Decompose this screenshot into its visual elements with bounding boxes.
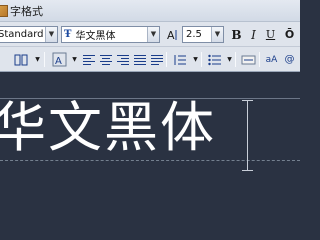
text-height-value: 2.5 <box>186 29 202 40</box>
chevron-down-icon: ▼ <box>45 27 57 42</box>
text-cursor <box>247 100 248 170</box>
text-baseline <box>0 160 300 161</box>
separator <box>166 52 167 67</box>
uppercase-button[interactable]: aA <box>263 51 280 68</box>
underline-button[interactable]: U <box>262 26 279 43</box>
overline-button[interactable]: Ō <box>281 26 298 43</box>
text-style-dropdown[interactable]: Standard ▼ <box>0 26 58 43</box>
oblique-button[interactable]: @ <box>281 51 298 68</box>
app-icon <box>0 5 8 17</box>
text-style-value: Standard <box>0 29 44 40</box>
font-value: 华文黑体 <box>75 31 116 42</box>
text-height-input[interactable]: 2.5 ▼ <box>182 26 224 43</box>
justify-icon[interactable] <box>131 51 148 68</box>
text-height-icon: A <box>163 26 180 43</box>
format-toolbar: Standard ▼ Ŧ 华文黑体 ▼ A 2.5 ▼ B I U Ō <box>0 22 300 47</box>
separator <box>44 52 45 67</box>
text-cursor-bottom <box>242 170 253 171</box>
italic-button[interactable]: I <box>245 26 262 43</box>
separator <box>235 52 236 67</box>
insert-field-icon[interactable] <box>240 51 257 68</box>
distribute-icon[interactable] <box>148 51 165 68</box>
window-title: 字格式 <box>10 5 43 18</box>
separator <box>201 52 202 67</box>
paragraph-toolbar: ▼ A ▼ ▼ ▼ aA @ <box>0 47 300 72</box>
svg-text:A: A <box>167 29 175 42</box>
align-right-icon[interactable] <box>114 51 131 68</box>
bold-button[interactable]: B <box>228 26 245 43</box>
chevron-down-icon: ▼ <box>147 27 159 42</box>
truetype-font-icon: Ŧ <box>64 29 72 40</box>
chevron-down-icon: ▼ <box>211 27 223 42</box>
title-bar: 字格式 <box>0 0 300 22</box>
text-cursor-top <box>242 100 253 101</box>
svg-text:A: A <box>55 56 62 67</box>
font-dropdown[interactable]: Ŧ 华文黑体 ▼ <box>61 26 160 43</box>
columns-icon[interactable] <box>12 51 29 68</box>
separator <box>259 52 260 67</box>
mtext-content[interactable]: 华文黑体 <box>0 92 216 164</box>
align-left-icon[interactable] <box>80 51 97 68</box>
align-center-icon[interactable] <box>97 51 114 68</box>
